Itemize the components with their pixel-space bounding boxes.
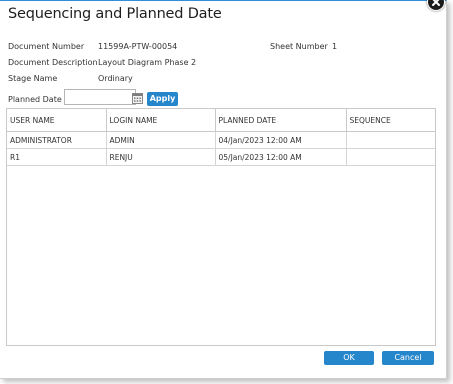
cell-user-name: R1 xyxy=(7,148,107,166)
dialog-title: Sequencing and Planned Date xyxy=(8,6,222,22)
document-description-value: Layout Diagram Phase 2 xyxy=(98,58,197,67)
document-number-label: Document Number xyxy=(8,42,85,51)
document-description-label: Document Description xyxy=(8,58,98,67)
table-row[interactable]: R1 RENJU 05/Jan/2023 12:00 AM xyxy=(7,148,435,166)
apply-button[interactable]: Apply xyxy=(147,92,178,106)
cell-planned-date[interactable]: 04/Jan/2023 12:00 AM xyxy=(215,131,347,149)
ok-button[interactable]: OK xyxy=(324,351,374,365)
cell-sequence[interactable] xyxy=(346,131,435,149)
table-header-row: USER NAME LOGIN NAME PLANNED DATE SEQUEN… xyxy=(7,109,435,132)
user-table: USER NAME LOGIN NAME PLANNED DATE SEQUEN… xyxy=(7,109,435,166)
planned-date-input[interactable] xyxy=(64,89,136,105)
cell-login-name: RENJU xyxy=(106,148,216,166)
calendar-icon[interactable] xyxy=(132,89,143,104)
user-grid: USER NAME LOGIN NAME PLANNED DATE SEQUEN… xyxy=(6,108,436,346)
stage-name-value: Ordinary xyxy=(98,74,133,83)
column-header-sequence[interactable]: SEQUENCE xyxy=(346,109,435,132)
sheet-number-label: Sheet Number xyxy=(270,42,328,51)
sheet-number-value: 1 xyxy=(332,42,338,51)
cell-user-name: ADMINISTRATOR xyxy=(7,131,107,149)
planned-date-label: Planned Date : xyxy=(8,95,67,104)
document-number-value: 11599A-PTW-00054 xyxy=(98,42,178,51)
table-row[interactable]: ADMINISTRATOR ADMIN 04/Jan/2023 12:00 AM xyxy=(7,131,435,149)
column-header-planned-date[interactable]: PLANNED DATE xyxy=(215,109,347,132)
sequencing-dialog: Sequencing and Planned Date Document Num… xyxy=(0,0,447,379)
cell-login-name: ADMIN xyxy=(106,131,216,149)
cell-sequence[interactable] xyxy=(346,148,435,166)
cancel-button[interactable]: Cancel xyxy=(382,351,434,365)
column-header-user-name[interactable]: USER NAME xyxy=(7,109,107,132)
cell-planned-date[interactable]: 05/Jan/2023 12:00 AM xyxy=(215,148,347,166)
column-header-login-name[interactable]: LOGIN NAME xyxy=(106,109,216,132)
stage-name-label: Stage Name xyxy=(8,74,58,83)
